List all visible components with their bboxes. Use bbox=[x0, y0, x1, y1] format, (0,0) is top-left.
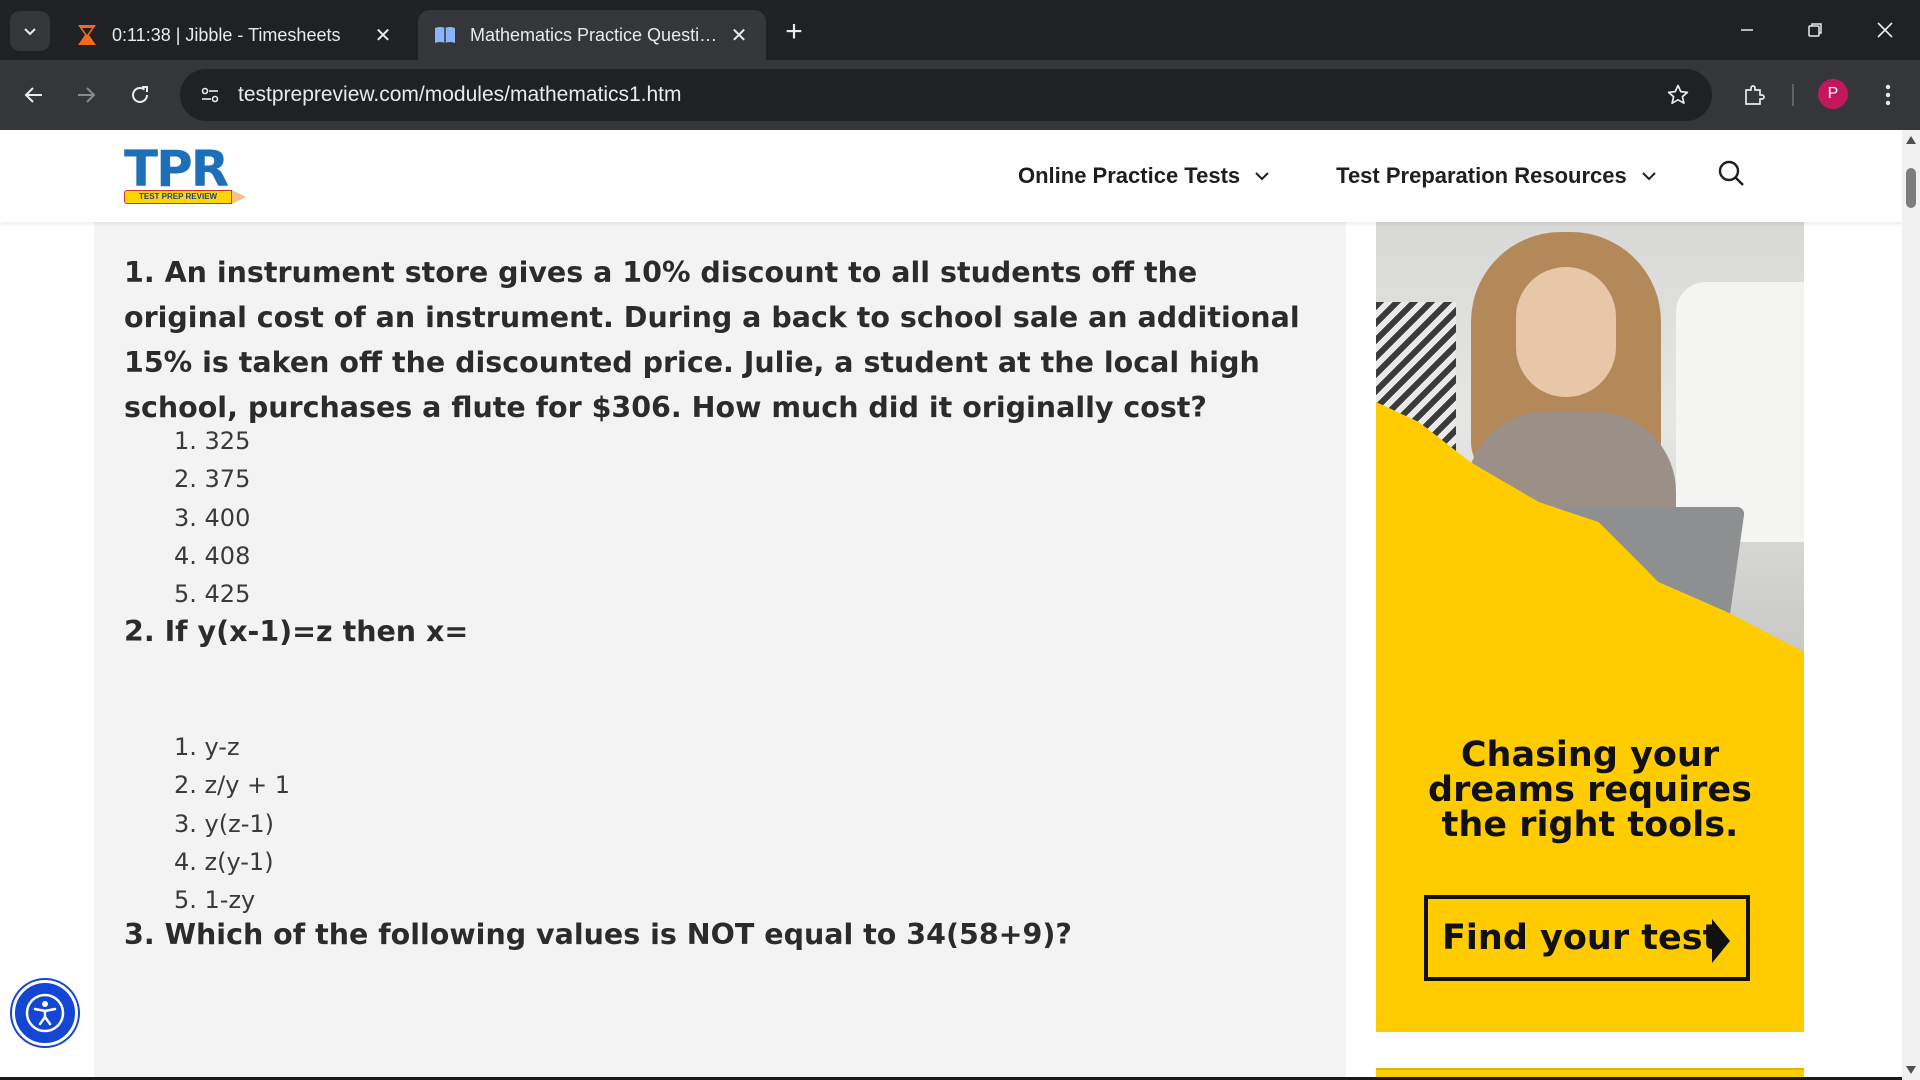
answer-option: 2. 375 bbox=[174, 465, 251, 494]
tab-mathematics[interactable]: Mathematics Practice Questions ✕ bbox=[418, 10, 766, 60]
close-window-button[interactable] bbox=[1862, 8, 1908, 52]
answer-option: 2. z/y + 1 bbox=[174, 771, 291, 800]
ad-headline-line: Chasing your bbox=[1460, 735, 1720, 775]
reload-button[interactable] bbox=[120, 75, 160, 115]
tab-title: 0:11:38 | Jibble - Timesheets bbox=[112, 24, 341, 45]
extensions-button[interactable] bbox=[1734, 75, 1774, 115]
scrollbar-thumb[interactable] bbox=[1906, 168, 1916, 208]
scroll-up-arrow-icon[interactable] bbox=[1906, 136, 1916, 144]
ad-headline-line: the right tools. bbox=[1441, 805, 1739, 845]
pillow-shape bbox=[1676, 282, 1804, 542]
forward-button[interactable] bbox=[66, 75, 106, 115]
person-face-shape bbox=[1516, 267, 1616, 397]
scroll-down-arrow-icon[interactable] bbox=[1906, 1066, 1916, 1074]
toolbar-divider bbox=[1792, 84, 1794, 106]
questions-content: 1. An instrument store gives a 10% disco… bbox=[94, 222, 1346, 1080]
reload-icon bbox=[132, 86, 148, 103]
answer-option: 3. y(z-1) bbox=[174, 809, 274, 838]
back-button[interactable] bbox=[14, 75, 54, 115]
pencil-tip-icon bbox=[232, 190, 246, 204]
jibble-icon bbox=[74, 22, 100, 48]
arrow-left-icon bbox=[24, 87, 42, 103]
page-viewport: TPR TEST PREP REVIEW Online Practice Tes… bbox=[0, 130, 1902, 1080]
site-settings-icon[interactable] bbox=[190, 75, 230, 115]
close-icon bbox=[1877, 22, 1893, 38]
close-icon[interactable]: ✕ bbox=[370, 22, 396, 48]
answer-option: 5. 425 bbox=[174, 580, 251, 609]
answer-option: 1. 325 bbox=[174, 427, 251, 455]
chevron-down-icon bbox=[1641, 171, 1657, 181]
ad-photo bbox=[1376, 222, 1804, 652]
answer-option: 4. 408 bbox=[174, 541, 251, 570]
question-1-text: 1. An instrument store gives a 10% disco… bbox=[124, 256, 1300, 424]
blanket-shape bbox=[1376, 302, 1456, 452]
address-bar[interactable]: testprepreview.com/modules/mathematics1.… bbox=[180, 69, 1712, 121]
browser-menu-button[interactable] bbox=[1868, 75, 1908, 115]
find-your-test-button[interactable]: Find your test bbox=[1424, 895, 1750, 981]
tab-title: Mathematics Practice Questions bbox=[470, 24, 726, 45]
bookmark-star-icon[interactable] bbox=[1656, 73, 1700, 117]
question-2-answers: 1. y-z 2. z/y + 1 3. y(z-1) 4. z(y-1) 5.… bbox=[174, 728, 290, 919]
ad-cta-label: Find your test bbox=[1442, 918, 1720, 958]
answer-option: 4. z(y-1) bbox=[174, 847, 274, 876]
arrow-right-icon bbox=[78, 87, 96, 103]
close-icon[interactable]: ✕ bbox=[726, 22, 752, 48]
profile-avatar[interactable]: P bbox=[1818, 79, 1848, 109]
site-header: TPR TEST PREP REVIEW Online Practice Tes… bbox=[0, 130, 1902, 222]
url-text[interactable]: testprepreview.com/modules/mathematics1.… bbox=[238, 83, 1656, 107]
ad-headline-line: dreams requires bbox=[1428, 770, 1752, 810]
logo-text: TPR bbox=[124, 140, 229, 198]
answer-option: 1. y-z bbox=[174, 733, 240, 761]
restore-button[interactable] bbox=[1792, 8, 1838, 52]
main-navigation: Online Practice Tests Test Preparation R… bbox=[1018, 156, 1723, 196]
nav-test-preparation-resources[interactable]: Test Preparation Resources bbox=[1336, 163, 1657, 189]
tab-jibble[interactable]: 0:11:38 | Jibble - Timesheets ✕ bbox=[60, 10, 410, 60]
more-vertical-icon bbox=[1885, 84, 1891, 106]
tab-search-button[interactable] bbox=[10, 11, 50, 51]
site-logo[interactable]: TPR TEST PREP REVIEW bbox=[124, 140, 246, 208]
laptop-shape bbox=[1536, 507, 1746, 637]
question-3-text: 3. Which of the following values is NOT … bbox=[124, 918, 1072, 951]
advertisement-banner[interactable]: Chasing your dreams requires the right t… bbox=[1376, 222, 1804, 1032]
minimize-icon bbox=[1741, 29, 1753, 31]
book-icon bbox=[432, 22, 458, 48]
nav-label: Online Practice Tests bbox=[1018, 163, 1241, 188]
restore-icon bbox=[1808, 23, 1822, 37]
site-search-button[interactable] bbox=[1714, 156, 1748, 190]
ad-headline: Chasing your dreams requires the right t… bbox=[1376, 738, 1804, 843]
nav-online-practice-tests[interactable]: Online Practice Tests bbox=[1018, 163, 1270, 189]
question-2-text: 2. If y(x-1)=z then x= bbox=[124, 615, 469, 648]
browser-toolbar: testprepreview.com/modules/mathematics1.… bbox=[0, 60, 1920, 130]
question-1-answers: 1. 325 2. 375 3. 400 4. 408 5. 425 bbox=[174, 422, 250, 613]
logo-tagline: TEST PREP REVIEW bbox=[124, 190, 232, 204]
accessibility-icon bbox=[25, 993, 65, 1033]
answer-option: 3. 400 bbox=[174, 503, 251, 532]
chevron-down-icon bbox=[1254, 171, 1270, 181]
nav-label: Test Preparation Resources bbox=[1336, 163, 1627, 188]
minimize-button[interactable] bbox=[1724, 8, 1770, 52]
browser-tab-bar: 0:11:38 | Jibble - Timesheets ✕ Mathemat… bbox=[0, 0, 1920, 60]
accessibility-button[interactable] bbox=[12, 980, 78, 1046]
page-scrollbar[interactable] bbox=[1902, 130, 1920, 1080]
new-tab-button[interactable]: + bbox=[776, 14, 812, 50]
chevron-down-icon bbox=[24, 28, 36, 36]
search-icon bbox=[1718, 160, 1744, 186]
puzzle-icon bbox=[1745, 85, 1765, 105]
play-arrow-icon bbox=[1712, 919, 1730, 963]
